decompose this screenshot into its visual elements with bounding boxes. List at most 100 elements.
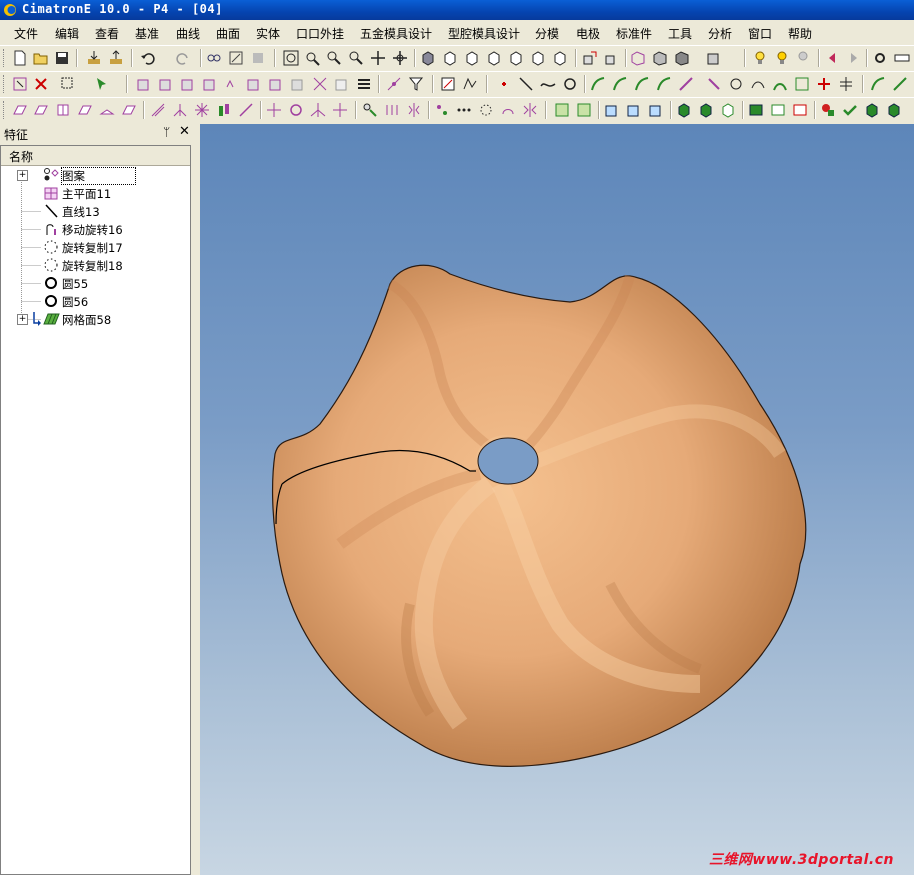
menu-help[interactable]: 帮助 bbox=[788, 25, 812, 42]
menu-file[interactable]: 文件 bbox=[14, 25, 38, 42]
zoom-all-icon[interactable] bbox=[283, 50, 299, 66]
light-bulb-icon[interactable] bbox=[752, 50, 768, 66]
offset-plane-icon[interactable] bbox=[77, 102, 93, 118]
column-header-name[interactable]: 名称 bbox=[1, 146, 190, 166]
face-tool-1-icon[interactable] bbox=[554, 102, 570, 118]
view-iso-icon[interactable] bbox=[420, 50, 436, 66]
menu-parting[interactable]: 分模 bbox=[535, 25, 559, 42]
spline-icon[interactable] bbox=[540, 76, 556, 92]
menu-electrode[interactable]: 电极 bbox=[576, 25, 600, 42]
new-file-icon[interactable] bbox=[12, 50, 28, 66]
curve-extend-icon[interactable] bbox=[634, 76, 650, 92]
solid-tool-3-icon[interactable] bbox=[720, 102, 736, 118]
zoom-window-icon[interactable] bbox=[304, 50, 320, 66]
zoom-pan-icon[interactable] bbox=[326, 50, 342, 66]
filter-wire-icon[interactable] bbox=[312, 76, 328, 92]
import-icon[interactable] bbox=[86, 50, 102, 66]
graphics-viewport[interactable]: 三维网www.3dportal.cn bbox=[200, 124, 914, 875]
pan-icon[interactable] bbox=[370, 50, 386, 66]
tree-item[interactable]: 旋转复制18 bbox=[1, 256, 190, 274]
mirror-curve-icon[interactable] bbox=[838, 76, 854, 92]
expand-toggle[interactable]: + bbox=[17, 170, 28, 181]
pattern-linear-icon[interactable] bbox=[384, 102, 400, 118]
open-folder-icon[interactable] bbox=[33, 50, 49, 66]
menu-window[interactable]: 窗口 bbox=[748, 25, 772, 42]
show-hide-icon[interactable] bbox=[228, 50, 244, 66]
shaded-icon[interactable] bbox=[652, 50, 668, 66]
tree-item[interactable]: 主平面11 bbox=[1, 184, 190, 202]
curve-more-icon[interactable] bbox=[892, 76, 908, 92]
line-tool-icon[interactable] bbox=[518, 76, 534, 92]
view-front-icon[interactable] bbox=[464, 50, 480, 66]
tree-item[interactable]: 圆56 bbox=[1, 292, 190, 310]
toolbar-grip[interactable] bbox=[3, 101, 7, 119]
point-icon[interactable] bbox=[496, 76, 512, 92]
solid-tool-5-icon[interactable] bbox=[886, 102, 902, 118]
export-icon[interactable] bbox=[108, 50, 124, 66]
expand-toggle[interactable]: + bbox=[17, 314, 28, 325]
tree-item[interactable]: + 图案 bbox=[1, 166, 190, 185]
wireframe-icon[interactable] bbox=[630, 50, 646, 66]
menu-analysis[interactable]: 分析 bbox=[708, 25, 732, 42]
point-grid-icon[interactable] bbox=[194, 102, 210, 118]
solid-tool-2-icon[interactable] bbox=[698, 102, 714, 118]
view-save-icon[interactable] bbox=[604, 50, 620, 66]
menu-standard-parts[interactable]: 标准件 bbox=[616, 25, 652, 42]
body-tool-2-icon[interactable] bbox=[770, 102, 786, 118]
settings-icon[interactable] bbox=[872, 50, 888, 66]
view-left-icon[interactable] bbox=[508, 50, 524, 66]
toolbar-grip[interactable] bbox=[3, 75, 7, 93]
check-icon[interactable] bbox=[842, 102, 858, 118]
rotate-view-icon[interactable] bbox=[392, 50, 408, 66]
point-tool-icon[interactable] bbox=[386, 76, 402, 92]
zoom-icon[interactable] bbox=[348, 50, 364, 66]
view-bottom-icon[interactable] bbox=[552, 50, 568, 66]
body-tool-1-icon[interactable] bbox=[748, 102, 764, 118]
pattern-mirror-icon[interactable] bbox=[406, 102, 422, 118]
menu-stamping-die[interactable]: 五金模具设计 bbox=[360, 25, 432, 42]
move-icon[interactable] bbox=[266, 102, 282, 118]
pick-filter-icon[interactable] bbox=[12, 76, 28, 92]
mirror-icon[interactable] bbox=[332, 102, 348, 118]
delete-select-icon[interactable] bbox=[33, 76, 49, 92]
solid-tool-1-icon[interactable] bbox=[676, 102, 692, 118]
back-arrow-icon[interactable] bbox=[824, 50, 840, 66]
render-mode-icon[interactable] bbox=[674, 50, 690, 66]
pin-icon[interactable]: ᛘ bbox=[163, 125, 170, 139]
circle-tool-icon[interactable] bbox=[562, 76, 578, 92]
light-bulb-on-icon[interactable] bbox=[774, 50, 790, 66]
body-tool-3-icon[interactable] bbox=[792, 102, 808, 118]
close-icon[interactable]: ✕ bbox=[179, 124, 190, 139]
menu-curve[interactable]: 曲线 bbox=[176, 25, 200, 42]
transform-copy-icon[interactable] bbox=[362, 102, 378, 118]
face-stack-3-icon[interactable] bbox=[648, 102, 664, 118]
sketcher-icon[interactable] bbox=[440, 76, 456, 92]
view-top-icon[interactable] bbox=[442, 50, 458, 66]
display-mode-icon[interactable] bbox=[706, 50, 722, 66]
blank-icon[interactable] bbox=[250, 50, 266, 66]
filter-sheet-icon[interactable] bbox=[334, 76, 350, 92]
filter-curve-icon[interactable] bbox=[180, 76, 196, 92]
view-manager-icon[interactable] bbox=[582, 50, 598, 66]
tree-item[interactable]: + 网格面58 bbox=[1, 310, 190, 328]
view-right-icon[interactable] bbox=[486, 50, 502, 66]
rotate-copy-tool-icon[interactable] bbox=[500, 102, 516, 118]
funnel-icon[interactable] bbox=[408, 76, 424, 92]
filter-body-icon[interactable] bbox=[246, 76, 262, 92]
curve-break-icon[interactable] bbox=[656, 76, 672, 92]
curve-offset-icon[interactable] bbox=[590, 76, 606, 92]
light-bulb-off-icon[interactable] bbox=[795, 50, 811, 66]
copy-points-icon[interactable] bbox=[434, 102, 450, 118]
plane-icon[interactable] bbox=[12, 102, 28, 118]
datum-plane-icon[interactable] bbox=[33, 102, 49, 118]
rotate-icon[interactable] bbox=[288, 102, 304, 118]
red-dot-icon[interactable] bbox=[820, 102, 836, 118]
intersect-curve-icon[interactable] bbox=[728, 76, 744, 92]
filter-disabled-icon[interactable] bbox=[290, 76, 306, 92]
menu-edit[interactable]: 编辑 bbox=[55, 25, 79, 42]
tree-item[interactable]: 移动旋转16 bbox=[1, 220, 190, 238]
ucs-icon[interactable] bbox=[172, 102, 188, 118]
isoline-icon[interactable] bbox=[816, 76, 832, 92]
filter-point-icon[interactable] bbox=[202, 76, 218, 92]
axis-icon[interactable] bbox=[150, 102, 166, 118]
